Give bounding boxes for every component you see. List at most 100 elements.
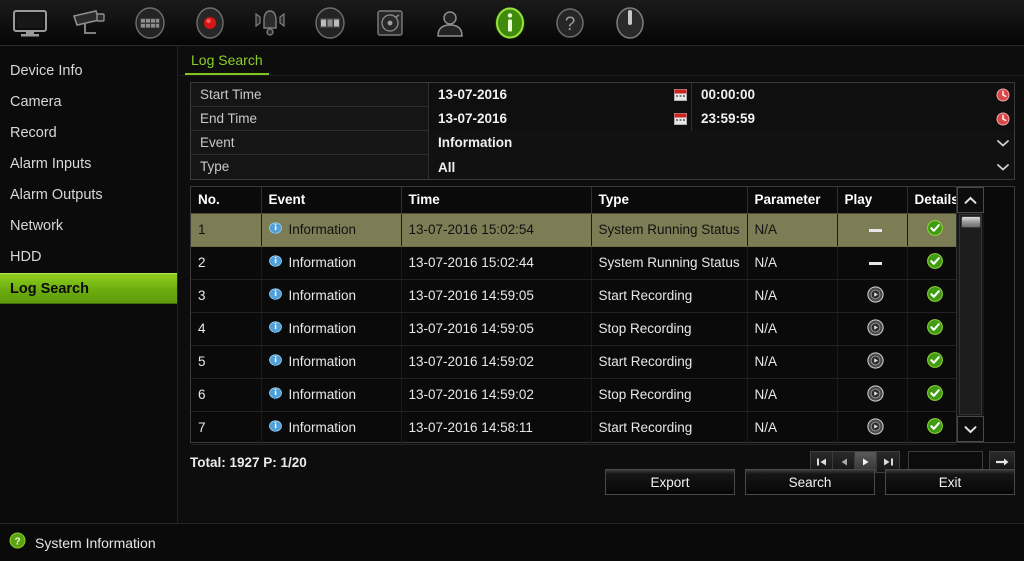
start-date-value: 13-07-2016 <box>438 87 508 102</box>
play-icon[interactable] <box>867 285 884 306</box>
calendar-icon[interactable] <box>669 107 691 131</box>
scroll-up-icon[interactable] <box>957 187 984 213</box>
playback-icon[interactable] <box>120 0 180 46</box>
sidebar-item-camera[interactable]: Camera <box>0 87 177 118</box>
info-bubble-icon <box>268 221 282 238</box>
cell-parameter: N/A <box>747 279 838 313</box>
cell-parameter: N/A <box>747 213 838 247</box>
check-icon[interactable] <box>927 253 944 272</box>
table-row[interactable]: 5 Information 13-07-2016 14:59:02 Start Rec… <box>191 345 956 379</box>
col-header-details[interactable]: Details <box>907 187 959 214</box>
clock-icon[interactable] <box>992 83 1014 107</box>
sidebar-item-record[interactable]: Record <box>0 118 177 149</box>
table-header-row: No. Event Time Type Parameter Play Detai… <box>191 187 959 214</box>
event-row: Event Information <box>191 130 1014 155</box>
svg-text:?: ? <box>565 14 576 35</box>
play-icon[interactable] <box>867 351 884 372</box>
sidebar-item-device-info[interactable]: Device Info <box>0 56 177 87</box>
cell-details <box>907 345 956 379</box>
cell-event-label: Information <box>288 222 357 237</box>
end-date-field[interactable]: 13-07-2016 <box>429 106 692 131</box>
cell-details <box>907 312 956 346</box>
scroll-down-icon[interactable] <box>957 416 984 442</box>
play-icon[interactable] <box>867 417 884 438</box>
type-dropdown[interactable]: All <box>429 155 1014 179</box>
play-unavailable-dash <box>869 222 882 237</box>
monitor-icon[interactable] <box>0 0 60 46</box>
play-icon[interactable] <box>867 318 884 339</box>
sidebar-item-alarm-outputs[interactable]: Alarm Outputs <box>0 180 177 211</box>
record-icon[interactable] <box>180 0 240 46</box>
event-label: Event <box>191 131 429 154</box>
check-icon[interactable] <box>927 220 944 239</box>
cell-type: Start Recording <box>591 411 748 445</box>
chevron-down-icon[interactable] <box>992 131 1014 155</box>
info-bubble-icon <box>268 419 282 436</box>
cell-details <box>907 378 956 412</box>
help-icon[interactable]: ? <box>540 0 600 46</box>
col-header-time[interactable]: Time <box>401 187 592 214</box>
table-row[interactable]: 3 Information 13-07-2016 14:59:05 Start Rec… <box>191 279 956 313</box>
sidebar-item-hdd[interactable]: HDD <box>0 242 177 273</box>
check-icon[interactable] <box>927 319 944 338</box>
chevron-down-icon[interactable] <box>992 155 1014 179</box>
event-dropdown[interactable]: Information <box>429 130 1014 155</box>
cell-type: Stop Recording <box>591 378 748 412</box>
cell-event-label: Information <box>288 255 357 270</box>
end-time-value: 13-07-2016 23:59:59 <box>429 106 1014 131</box>
network-icon[interactable] <box>300 0 360 46</box>
col-header-no[interactable]: No. <box>191 187 262 214</box>
col-header-play[interactable]: Play <box>837 187 908 214</box>
end-time-field[interactable]: 23:59:59 <box>692 106 1014 131</box>
check-icon[interactable] <box>927 385 944 404</box>
cell-parameter: N/A <box>747 378 838 412</box>
alarm-icon[interactable] <box>240 0 300 46</box>
exit-button[interactable]: Exit <box>885 469 1015 495</box>
cell-no: 7 <box>191 411 262 445</box>
cell-play <box>837 345 908 379</box>
col-header-event[interactable]: Event <box>261 187 402 214</box>
type-selected-value: All <box>438 159 456 175</box>
start-date-field[interactable]: 13-07-2016 <box>429 82 692 107</box>
table-row[interactable]: 7 Information 13-07-2016 14:58:11 Start Rec… <box>191 411 956 445</box>
play-icon[interactable] <box>867 384 884 405</box>
hdd-icon[interactable] <box>360 0 420 46</box>
cell-event-label: Information <box>288 420 357 435</box>
cell-event: Information <box>261 378 402 412</box>
info-icon: ? <box>9 532 26 554</box>
cell-no: 4 <box>191 312 262 346</box>
start-time-field[interactable]: 00:00:00 <box>692 82 1014 107</box>
cell-details <box>907 279 956 313</box>
cell-parameter: N/A <box>747 312 838 346</box>
check-icon[interactable] <box>927 352 944 371</box>
check-icon[interactable] <box>927 418 944 437</box>
power-icon[interactable] <box>600 0 660 46</box>
calendar-icon[interactable] <box>669 83 691 107</box>
cell-no: 3 <box>191 279 262 313</box>
log-search-form: Start Time 13-07-2016 00:00:00 End Time … <box>190 82 1015 180</box>
sidebar-item-network[interactable]: Network <box>0 211 177 242</box>
col-header-type[interactable]: Type <box>591 187 748 214</box>
cell-event: Information <box>261 213 402 247</box>
camera-icon[interactable] <box>60 0 120 46</box>
clock-icon[interactable] <box>992 107 1014 131</box>
search-button[interactable]: Search <box>745 469 875 495</box>
info-icon[interactable] <box>480 0 540 46</box>
table-row[interactable]: 6 Information 13-07-2016 14:59:02 Stop Reco… <box>191 378 956 412</box>
table-row[interactable]: 1 Information 13-07-2016 15:02:54 System Ru… <box>191 213 956 247</box>
sidebar-item-alarm-inputs[interactable]: Alarm Inputs <box>0 149 177 180</box>
user-icon[interactable] <box>420 0 480 46</box>
tab-log-search[interactable]: Log Search <box>185 46 269 75</box>
table-row[interactable]: 2 Information 13-07-2016 15:02:44 System Ru… <box>191 246 956 280</box>
sidebar-item-log-search[interactable]: Log Search <box>0 273 177 304</box>
export-button[interactable]: Export <box>605 469 735 495</box>
table-scrollbar[interactable] <box>956 187 984 442</box>
col-header-parameter[interactable]: Parameter <box>747 187 838 214</box>
check-icon[interactable] <box>927 286 944 305</box>
scrollbar-thumb[interactable] <box>961 216 981 228</box>
cell-play <box>837 378 908 412</box>
scrollbar-track[interactable] <box>959 214 982 415</box>
end-time-row: End Time 13-07-2016 23:59:59 <box>191 106 1014 131</box>
cell-type: System Running Status <box>591 246 748 280</box>
table-row[interactable]: 4 Information 13-07-2016 14:59:05 Stop Reco… <box>191 312 956 346</box>
